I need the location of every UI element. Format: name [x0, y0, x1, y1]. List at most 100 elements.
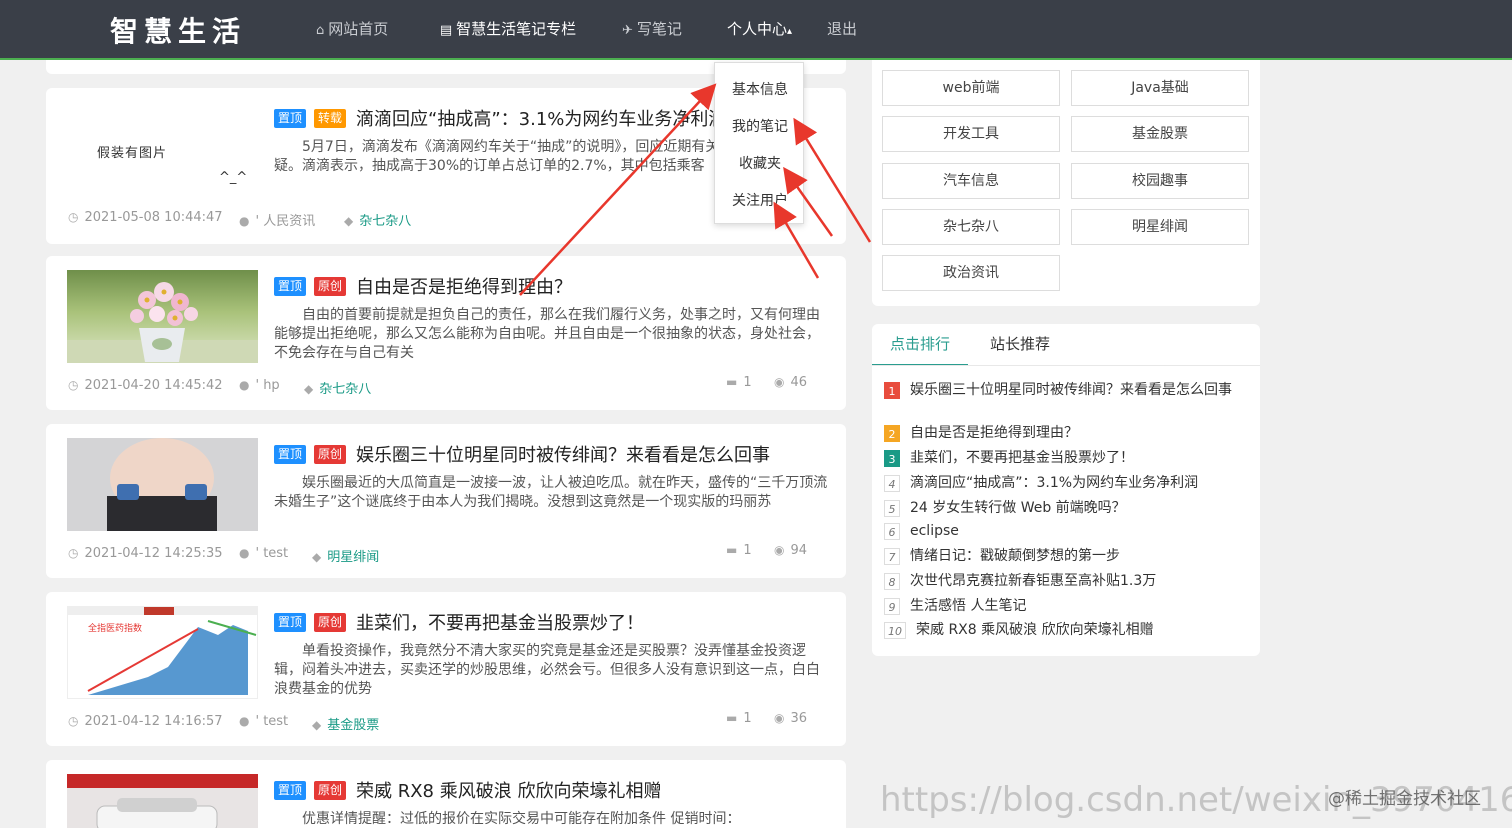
tag-politics[interactable]: 政治资讯 [882, 255, 1060, 291]
rank-title[interactable]: eclipse [910, 523, 959, 539]
rank-number: 5 [884, 499, 900, 517]
user-dropdown-menu: 基本信息 我的笔记 收藏夹 关注用户 [714, 62, 804, 224]
nav-notes-column[interactable]: ▤ 智慧生活笔记专栏 [422, 0, 594, 62]
placeholder-text: 假装有图片 [97, 146, 168, 161]
article-category[interactable]: ◆ 杂七杂八 [304, 378, 371, 397]
rank-item[interactable]: 1 娱乐圈三十位明星同时被传绯闻？来看看是怎么回事 [884, 380, 1248, 401]
comment-count: ▬ 1 [726, 543, 752, 558]
comment-icon: ▬ [726, 543, 738, 557]
article-category[interactable]: ◆ 杂七杂八 [344, 210, 411, 229]
category-link[interactable]: 杂七杂八 [319, 382, 371, 397]
article-thumbnail[interactable] [67, 774, 258, 828]
category-link[interactable]: 基金股票 [327, 718, 379, 733]
user-icon: ● [239, 546, 250, 560]
badge-pinned: 置顶 [274, 109, 307, 128]
user-icon: ● [239, 714, 250, 728]
tag-java-basics[interactable]: Java基础 [1071, 70, 1249, 106]
article-title[interactable]: 滴滴回应“抽成高”：3.1%为网约车业务净利润 [356, 105, 726, 131]
view-count: ◉ 94 [774, 543, 807, 558]
rank-title[interactable]: 娱乐圈三十位明星同时被传绯闻？来看看是怎么回事 [910, 382, 1232, 398]
eye-icon: ◉ [774, 375, 785, 389]
article-date: ◷ 2021-04-12 14:16:57 [68, 714, 223, 729]
author-text: ' test [255, 714, 289, 729]
nav-write-note[interactable]: ✈ 写笔记 [622, 0, 682, 60]
article-thumbnail[interactable]: 全指医药指数 [67, 606, 258, 699]
rank-item[interactable]: 7 情绪日记：戳破颠倒梦想的第一步 [884, 546, 1248, 567]
nav-user-center[interactable]: 个人中心▴ [727, 0, 792, 60]
date-text: 2021-04-12 14:25:35 [84, 546, 223, 561]
rank-title[interactable]: 韭菜们，不要再把基金当股票炒了！ [910, 450, 1134, 466]
article-category[interactable]: ◆ 明星绯闻 [312, 546, 379, 565]
eye-icon: ◉ [774, 711, 785, 725]
author-text: ' test [255, 546, 289, 561]
article-thumbnail[interactable] [67, 270, 258, 363]
rank-item[interactable]: 9 生活感悟 人生笔记 [884, 596, 1248, 617]
category-link[interactable]: 明星绯闻 [327, 550, 379, 565]
rank-item[interactable]: 4 滴滴回应“抽成高”：3.1%为网约车业务净利润 [884, 473, 1248, 494]
badge-original: 原创 [314, 277, 347, 296]
rank-title[interactable]: 24 岁女生转行做 Web 前端晚吗？ [910, 500, 1126, 516]
rank-item[interactable]: 5 24 岁女生转行做 Web 前端晚吗？ [884, 498, 1248, 519]
nav-home-label: 网站首页 [328, 20, 389, 38]
tag-celebrity[interactable]: 明星绯闻 [1071, 209, 1249, 245]
article-title[interactable]: 自由是否是拒绝得到理由？ [356, 273, 572, 299]
home-icon: ⌂ [316, 23, 325, 38]
badge-repost: 转载 [314, 109, 347, 128]
nav-notes-label: 智慧生活笔记专栏 [456, 20, 577, 38]
date-text: 2021-04-12 14:16:57 [84, 714, 223, 729]
rank-number: 2 [884, 424, 900, 442]
tab-click-rank[interactable]: 点击排行 [872, 324, 968, 366]
article-card[interactable]: 置顶 原创 娱乐圈三十位明星同时被传绯闻？来看看是怎么回事 娱乐圈最近的大瓜简直… [46, 424, 846, 578]
caret-up-icon: ▴ [787, 26, 793, 37]
rank-title[interactable]: 荣威 RX8 乘风破浪 欣欣向荣壕礼相赠 [916, 622, 1154, 638]
dropdown-item-favorites[interactable]: 收藏夹 [715, 153, 805, 173]
person-photo-image [67, 438, 258, 531]
article-thumbnail[interactable]: 假装有图片 ^_^ [67, 102, 258, 195]
site-logo[interactable]: 智慧生活 [110, 10, 246, 50]
rank-title[interactable]: 滴滴回应“抽成高”：3.1%为网约车业务净利润 [910, 475, 1198, 491]
dropdown-item-basic-info[interactable]: 基本信息 [715, 79, 805, 99]
rank-title[interactable]: 情绪日记：戳破颠倒梦想的第一步 [910, 548, 1120, 564]
rank-item[interactable]: 10 荣威 RX8 乘风破浪 欣欣向荣壕礼相赠 [884, 620, 1248, 641]
rank-title[interactable]: 次世代昂克赛拉新春钜惠至高补贴1.3万 [910, 573, 1156, 589]
view-count-text: 94 [790, 543, 808, 558]
dropdown-item-followed-users[interactable]: 关注用户 [715, 190, 805, 210]
date-text: 2021-05-08 10:44:47 [84, 210, 223, 225]
eye-icon: ◉ [774, 543, 785, 557]
comment-count: ▬ 1 [726, 711, 752, 726]
rank-title[interactable]: 自由是否是拒绝得到理由？ [910, 425, 1078, 441]
tab-recommend[interactable]: 站长推荐 [990, 324, 1050, 366]
dropdown-item-my-notes[interactable]: 我的笔记 [715, 116, 805, 136]
article-card[interactable]: 置顶 原创 荣威 RX8 乘风破浪 欣欣向荣壕礼相赠 优惠详情提醒：过低的报价在… [46, 760, 846, 828]
article-title[interactable]: 娱乐圈三十位明星同时被传绯闻？来看看是怎么回事 [356, 441, 770, 467]
article-excerpt: 自由的首要前提就是担负自己的责任，那么在我们履行义务，处事之时，又有何理由能够提… [274, 307, 820, 361]
flower-vase-image [67, 282, 258, 363]
tag-misc[interactable]: 杂七杂八 [882, 209, 1060, 245]
article-thumbnail[interactable] [67, 438, 258, 531]
tag-campus[interactable]: 校园趣事 [1071, 163, 1249, 199]
clock-icon: ◷ [68, 546, 79, 560]
tag-car-info[interactable]: 汽车信息 [882, 163, 1060, 199]
nav-home[interactable]: ⌂ 网站首页 [316, 0, 388, 60]
rank-number: 1 [884, 381, 900, 399]
article-category[interactable]: ◆ 基金股票 [312, 714, 379, 733]
rank-item[interactable]: 6 eclipse [884, 521, 1248, 542]
comment-icon: ▬ [726, 711, 738, 725]
rank-item[interactable]: 8 次世代昂克赛拉新春钜惠至高补贴1.3万 [884, 571, 1248, 592]
article-card[interactable]: 置顶 原创 自由是否是拒绝得到理由？ 自由的首要前提就是担负自己的责任，那么在我… [46, 256, 846, 410]
tag-web-frontend[interactable]: web前端 [882, 70, 1060, 106]
category-link[interactable]: 杂七杂八 [359, 214, 411, 229]
document-icon: ▤ [439, 23, 453, 38]
badge-pinned: 置顶 [274, 613, 307, 632]
article-title[interactable]: 韭菜们，不要再把基金当股票炒了！ [356, 609, 644, 635]
article-title[interactable]: 荣威 RX8 乘风破浪 欣欣向荣壕礼相赠 [356, 777, 661, 803]
rank-item[interactable]: 2 自由是否是拒绝得到理由？ [884, 423, 1248, 444]
rank-item[interactable]: 3 韭菜们，不要再把基金当股票炒了！ [884, 448, 1248, 469]
rank-title[interactable]: 生活感悟 人生笔记 [910, 598, 1026, 614]
tag-funds-stocks[interactable]: 基金股票 [1071, 116, 1249, 152]
article-excerpt: 娱乐圈最近的大瓜简直是一波接一波，让人被迫吃瓜。就在昨天，盛传的“三千万顶流未婚… [274, 475, 828, 510]
tag-cloud-panel: web前端 Java基础 开发工具 基金股票 汽车信息 校园趣事 杂七杂八 明星… [872, 60, 1260, 306]
nav-logout[interactable]: 退出 [827, 0, 857, 60]
tag-dev-tools[interactable]: 开发工具 [882, 116, 1060, 152]
article-card[interactable]: 全指医药指数 置顶 原创 韭菜们，不要再把基金当股票炒了！ 单看投资操作，我竟然… [46, 592, 846, 746]
